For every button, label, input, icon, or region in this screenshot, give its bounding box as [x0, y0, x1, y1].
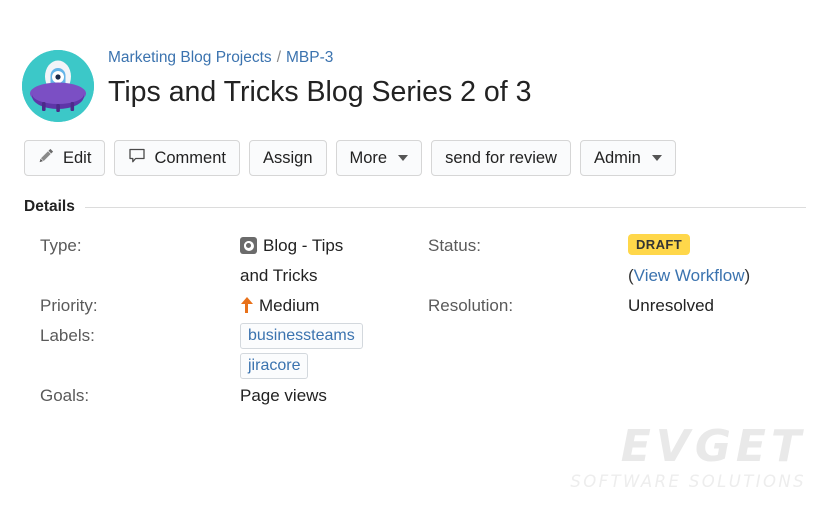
comment-button[interactable]: Comment: [114, 140, 240, 176]
more-dropdown-button[interactable]: More: [335, 140, 423, 176]
page-header: Marketing Blog Projects / MBP-3 Tips and T…: [0, 0, 820, 122]
assign-button[interactable]: Assign: [248, 140, 327, 176]
goals-row-spacer-value: [628, 381, 820, 411]
status-badge: DRAFT: [628, 234, 691, 255]
blog-type-icon: [240, 237, 257, 254]
label-pill[interactable]: businessteams: [240, 323, 363, 349]
watermark-sub-text: SOFTWARE SOLUTIONS: [570, 472, 806, 491]
priority-field-value: Medium: [259, 296, 320, 315]
more-button-label: More: [349, 148, 388, 167]
send-for-review-button[interactable]: send for review: [431, 140, 571, 176]
section-divider: [84, 206, 806, 208]
status-field-label: Status:: [428, 236, 481, 255]
status-field-value-cell: DRAFT (View Workflow): [628, 231, 820, 291]
admin-dropdown-button[interactable]: Admin: [579, 140, 676, 176]
details-section-title: Details: [24, 198, 75, 215]
send-for-review-button-label: send for review: [445, 148, 557, 167]
pencil-icon: [38, 147, 55, 169]
details-grid: Type: Blog - Tips and Tricks Status: DRA…: [24, 231, 820, 411]
view-workflow-link[interactable]: View Workflow: [634, 266, 745, 285]
breadcrumb-separator: /: [276, 49, 281, 66]
edit-button-label: Edit: [63, 148, 92, 167]
resolution-field-value: Unresolved: [628, 296, 714, 315]
priority-up-arrow-icon: [240, 297, 253, 313]
type-field-value-cell: Blog - Tips and Tricks: [240, 231, 412, 291]
watermark-main-text: EVGET: [620, 421, 806, 472]
view-workflow-line: (View Workflow): [628, 261, 820, 291]
details-section: Details Type: Blog - Tips and Tricks Sta…: [0, 176, 820, 411]
breadcrumb-issue-key-link[interactable]: MBP-3: [286, 49, 333, 66]
breadcrumb-project-link[interactable]: Marketing Blog Projects: [108, 49, 272, 66]
chevron-down-icon: [651, 155, 662, 161]
goals-field-value: Page views: [240, 386, 327, 405]
goals-field-label: Goals:: [40, 386, 90, 405]
type-field-label: Type:: [40, 236, 82, 255]
comment-button-label: Comment: [154, 148, 226, 167]
breadcrumb: Marketing Blog Projects / MBP-3: [108, 48, 531, 68]
labels-field-value-cell: businessteams jiracore: [240, 321, 412, 381]
page-title: Tips and Tricks Blog Series 2 of 3: [108, 76, 532, 108]
labels-field-label: Labels:: [40, 326, 95, 345]
priority-field-value-cell: Medium: [240, 291, 412, 321]
ufo-alien-avatar-icon: [22, 50, 94, 122]
labels-row-spacer-label: [412, 321, 628, 381]
goals-row-spacer-label: [412, 381, 628, 411]
assign-button-label: Assign: [262, 148, 313, 167]
resolution-field-label: Resolution:: [428, 296, 514, 315]
speech-bubble-icon: [128, 147, 146, 170]
chevron-down-icon: [398, 155, 409, 161]
workflow-paren-close: ): [744, 266, 751, 285]
header-text-block: Marketing Blog Projects / MBP-3 Tips and T…: [94, 46, 531, 110]
evget-watermark: EVGET SOFTWARE SOLUTIONS: [570, 424, 806, 492]
labels-row-spacer-value: [628, 321, 820, 381]
action-toolbar: Edit Comment Assign More send for review…: [0, 122, 820, 176]
edit-button[interactable]: Edit: [24, 140, 106, 176]
details-section-header: Details: [24, 198, 820, 216]
label-pill[interactable]: jiracore: [240, 353, 309, 379]
admin-button-label: Admin: [593, 148, 641, 167]
priority-field-label: Priority:: [40, 296, 98, 315]
